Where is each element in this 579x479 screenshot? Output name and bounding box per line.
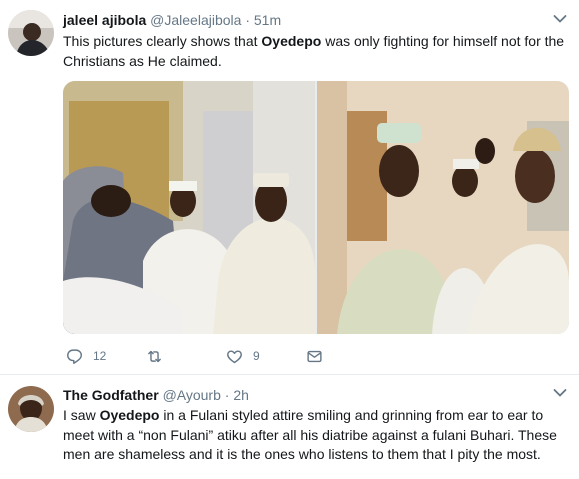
tweet[interactable]: The Godfather @Ayourb · 2h I saw Oyedepo…	[0, 376, 579, 479]
direct-message-button[interactable]	[306, 345, 323, 367]
like-count: 9	[253, 349, 260, 363]
separator-dot: ·	[224, 387, 230, 403]
reply-count: 12	[93, 349, 107, 363]
reply-icon	[67, 348, 83, 364]
media-grid	[63, 81, 569, 334]
chevron-down-icon[interactable]	[553, 388, 567, 398]
photo-left[interactable]	[63, 81, 315, 334]
tweet-text-part: I saw	[63, 407, 100, 423]
separator-dot: ·	[245, 12, 250, 28]
retweet-icon	[148, 350, 161, 362]
tweet-text-part: This pictures clearly shows that	[63, 33, 262, 49]
tweet-text-mention: Oyedepo	[99, 407, 160, 423]
user-handle[interactable]: @Ayourb	[163, 387, 221, 403]
photo-right[interactable]	[317, 81, 569, 334]
chevron-down-icon[interactable]	[553, 14, 567, 24]
tweet-header: The Godfather @Ayourb · 2h	[63, 386, 549, 404]
tweet-text-mention: Oyedepo	[261, 33, 322, 49]
envelope-icon	[307, 350, 322, 362]
avatar[interactable]	[8, 10, 54, 56]
like-button[interactable]: 9	[226, 345, 260, 367]
tweet-text: This pictures clearly shows that Oyedepo…	[63, 32, 569, 71]
tweet-header: jaleel ajibola @Jaleelajibola · 51m	[63, 11, 549, 29]
timestamp[interactable]: 51m	[254, 12, 281, 28]
reply-button[interactable]: 12	[66, 345, 106, 367]
retweet-button[interactable]	[146, 345, 173, 367]
display-name[interactable]: The Godfather	[63, 387, 159, 403]
tweet-text: I saw Oyedepo in a Fulani styled attire …	[63, 406, 569, 465]
tweet-actions: 12 9	[63, 345, 363, 367]
avatar[interactable]	[8, 386, 54, 432]
display-name[interactable]: jaleel ajibola	[63, 12, 146, 28]
user-handle[interactable]: @Jaleelajibola	[150, 12, 241, 28]
timestamp[interactable]: 2h	[233, 387, 249, 403]
heart-icon	[227, 349, 242, 363]
tweet[interactable]: jaleel ajibola @Jaleelajibola · 51m This…	[0, 0, 579, 375]
